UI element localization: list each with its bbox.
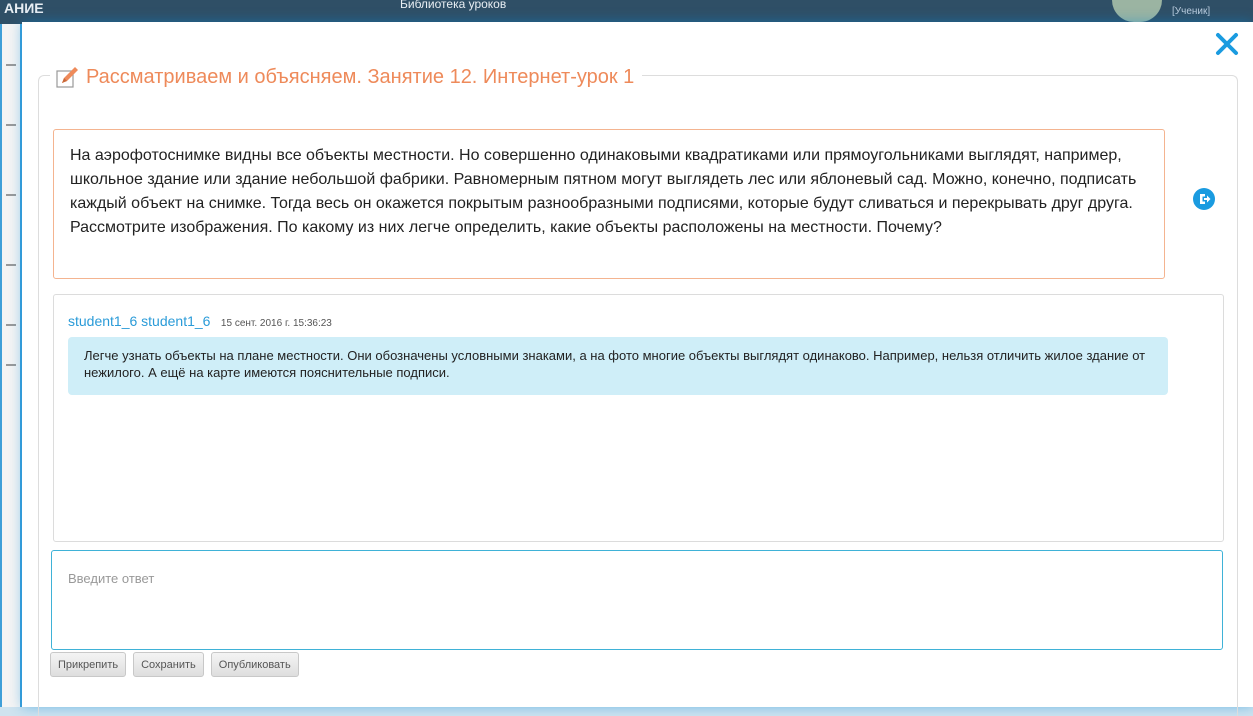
pencil-note-icon xyxy=(56,67,78,88)
save-button[interactable]: Сохранить xyxy=(133,652,204,677)
task-paragraph: На аэрофотоснимке видны все объекты мест… xyxy=(70,147,1137,212)
avatar xyxy=(1112,0,1162,22)
close-button[interactable] xyxy=(1213,30,1241,58)
background-sidebar xyxy=(0,24,22,707)
export-button[interactable] xyxy=(1193,188,1215,210)
background-header: АНИЕ Библиотека уроков [Ученик] xyxy=(0,0,1253,24)
answer-timestamp: 15 сент. 2016 г. 15:36:23 xyxy=(220,318,332,329)
task-description: На аэрофотоснимке видны все объекты мест… xyxy=(53,129,1165,279)
answer-meta: student1_6 student1_6 15 сент. 2016 г. 1… xyxy=(68,313,332,331)
answers-list: student1_6 student1_6 15 сент. 2016 г. 1… xyxy=(53,294,1224,542)
background-sidebar-strip xyxy=(2,24,20,707)
lesson-header: Рассматриваем и объясняем. Занятие 12. И… xyxy=(50,62,643,92)
lesson-modal: Рассматриваем и объясняем. Занятие 12. И… xyxy=(22,22,1253,716)
answer-author-link[interactable]: student1_6 student1_6 xyxy=(68,313,210,329)
publish-button[interactable]: Опубликовать xyxy=(210,652,299,677)
answer-input[interactable] xyxy=(51,550,1223,650)
answer-text: Легче узнать объекты на плане местности.… xyxy=(68,337,1168,395)
task-question: Рассмотрите изображения. По какому из ни… xyxy=(70,219,942,236)
action-buttons: Прикрепить Сохранить Опубликовать xyxy=(50,652,299,677)
page-title: Рассматриваем и объясняем. Занятие 12. И… xyxy=(86,65,635,88)
user-role: [Ученик] xyxy=(1172,6,1211,17)
background-header-fragment: АНИЕ xyxy=(4,0,44,16)
export-arrow-icon xyxy=(1200,194,1211,204)
close-icon xyxy=(1216,33,1238,55)
background-header-fragment: Библиотека уроков xyxy=(400,0,507,11)
attach-button[interactable]: Прикрепить xyxy=(50,652,127,677)
